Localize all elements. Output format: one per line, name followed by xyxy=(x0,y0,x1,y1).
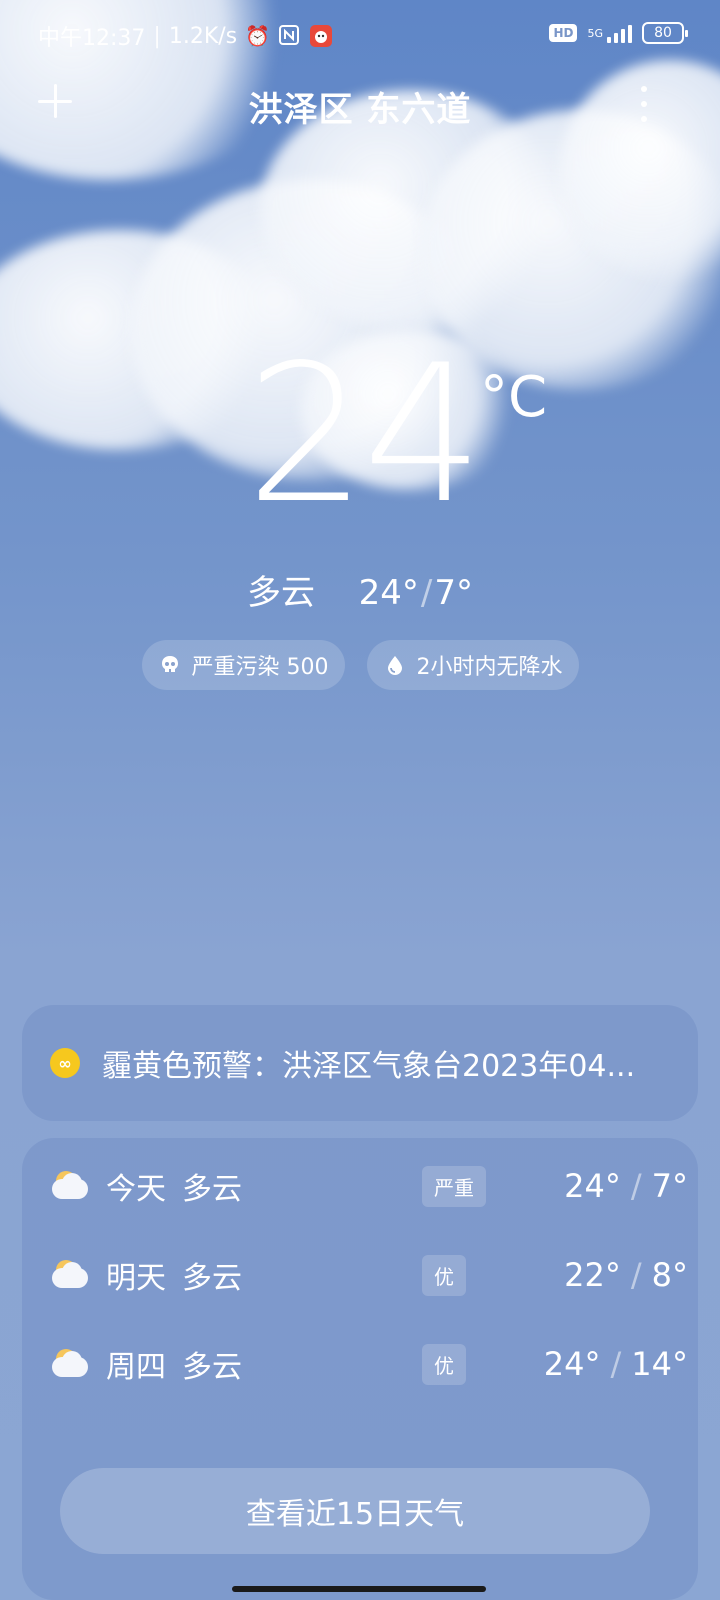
forecast-condition: 多云 xyxy=(182,1350,242,1385)
battery-icon: 80 xyxy=(642,22,688,44)
forecast-day: 周四 xyxy=(106,1350,166,1385)
alarm-icon: ⏰ xyxy=(245,24,271,48)
more-vertical-icon[interactable] xyxy=(638,86,650,122)
forecast-day: 明天 xyxy=(106,1261,166,1296)
forecast-low: 8° xyxy=(651,1256,688,1294)
partly-cloudy-icon xyxy=(52,1171,90,1201)
forecast-day: 今天 xyxy=(106,1172,166,1207)
haze-warning-icon: ∞ xyxy=(50,1048,80,1078)
precipitation-pill[interactable]: 2小时内无降水 xyxy=(366,640,579,690)
forecast-high: 24° xyxy=(564,1167,621,1205)
signal-icon xyxy=(607,23,632,43)
air-quality-label: 严重污染 500 xyxy=(191,655,329,680)
view-15-day-forecast-button[interactable]: 查看近15日天气 xyxy=(60,1468,650,1554)
current-high: 24° xyxy=(358,573,419,613)
forecast-card: 今天 多云 严重 24°/7° 明天 多云 优 22°/8° 周四 多云 优 2… xyxy=(22,1138,698,1600)
forecast-condition: 多云 xyxy=(182,1261,242,1296)
status-separator: | xyxy=(153,23,161,49)
forecast-range: 24°/14° xyxy=(544,1345,688,1383)
air-quality-pill[interactable]: 严重污染 500 xyxy=(141,640,345,690)
aqi-badge: 严重 xyxy=(422,1165,486,1207)
range-separator: / xyxy=(610,1345,622,1383)
forecast-row[interactable]: 今天 多云 严重 24°/7° xyxy=(52,1156,688,1216)
nfc-icon xyxy=(277,24,301,48)
hd-badge: HD xyxy=(549,24,578,42)
aqi-badge: 优 xyxy=(422,1254,466,1296)
weather-alert-card[interactable]: ∞ 霾黄色预警：洪泽区气象台2023年04... xyxy=(22,1005,698,1121)
forecast-high: 24° xyxy=(543,1345,601,1383)
forecast-range: 24°/7° xyxy=(564,1167,688,1205)
forecast-range: 22°/8° xyxy=(564,1256,688,1294)
current-condition-line: 多云 24°/7° xyxy=(0,565,720,614)
forecast-high: 22° xyxy=(564,1256,621,1294)
current-temperature: 24 xyxy=(246,324,484,545)
current-low: 7° xyxy=(434,573,473,613)
status-bar-left: 中午12:37 | 1.2K/s ⏰ xyxy=(38,20,333,52)
forecast-row[interactable]: 周四 多云 优 24°/14° xyxy=(52,1334,688,1394)
temperature-unit: °C xyxy=(480,365,548,430)
range-separator: / xyxy=(630,1167,642,1205)
alert-text: 霾黄色预警：洪泽区气象台2023年04... xyxy=(102,1049,636,1084)
precipitation-label: 2小时内无降水 xyxy=(416,655,563,680)
range-separator: / xyxy=(630,1256,642,1294)
forecast-condition: 多云 xyxy=(182,1172,242,1207)
partly-cloudy-icon xyxy=(52,1260,90,1290)
forecast-row[interactable]: 明天 多云 优 22°/8° xyxy=(52,1245,688,1305)
range-separator: / xyxy=(420,573,433,613)
current-condition: 多云 xyxy=(247,573,315,613)
network-type: 5G xyxy=(587,26,603,40)
skull-icon xyxy=(161,656,178,672)
forecast-low: 14° xyxy=(631,1345,688,1383)
status-time: 中午12:37 xyxy=(38,26,146,51)
partly-cloudy-icon xyxy=(52,1349,90,1379)
location-title[interactable]: 洪泽区 东六道 xyxy=(0,82,720,131)
home-indicator[interactable] xyxy=(232,1586,486,1592)
droplet-icon xyxy=(387,656,402,675)
aqi-badge: 优 xyxy=(422,1343,466,1385)
info-pills: 严重污染 500 2小时内无降水 xyxy=(0,640,720,690)
network-speed: 1.2K/s xyxy=(168,23,238,49)
app-notification-icon xyxy=(309,24,333,48)
status-bar-right: HD 5G 80 xyxy=(549,22,688,44)
status-bar: 中午12:37 | 1.2K/s ⏰ HD 5G 80 xyxy=(0,0,720,68)
forecast-low: 7° xyxy=(651,1167,688,1205)
